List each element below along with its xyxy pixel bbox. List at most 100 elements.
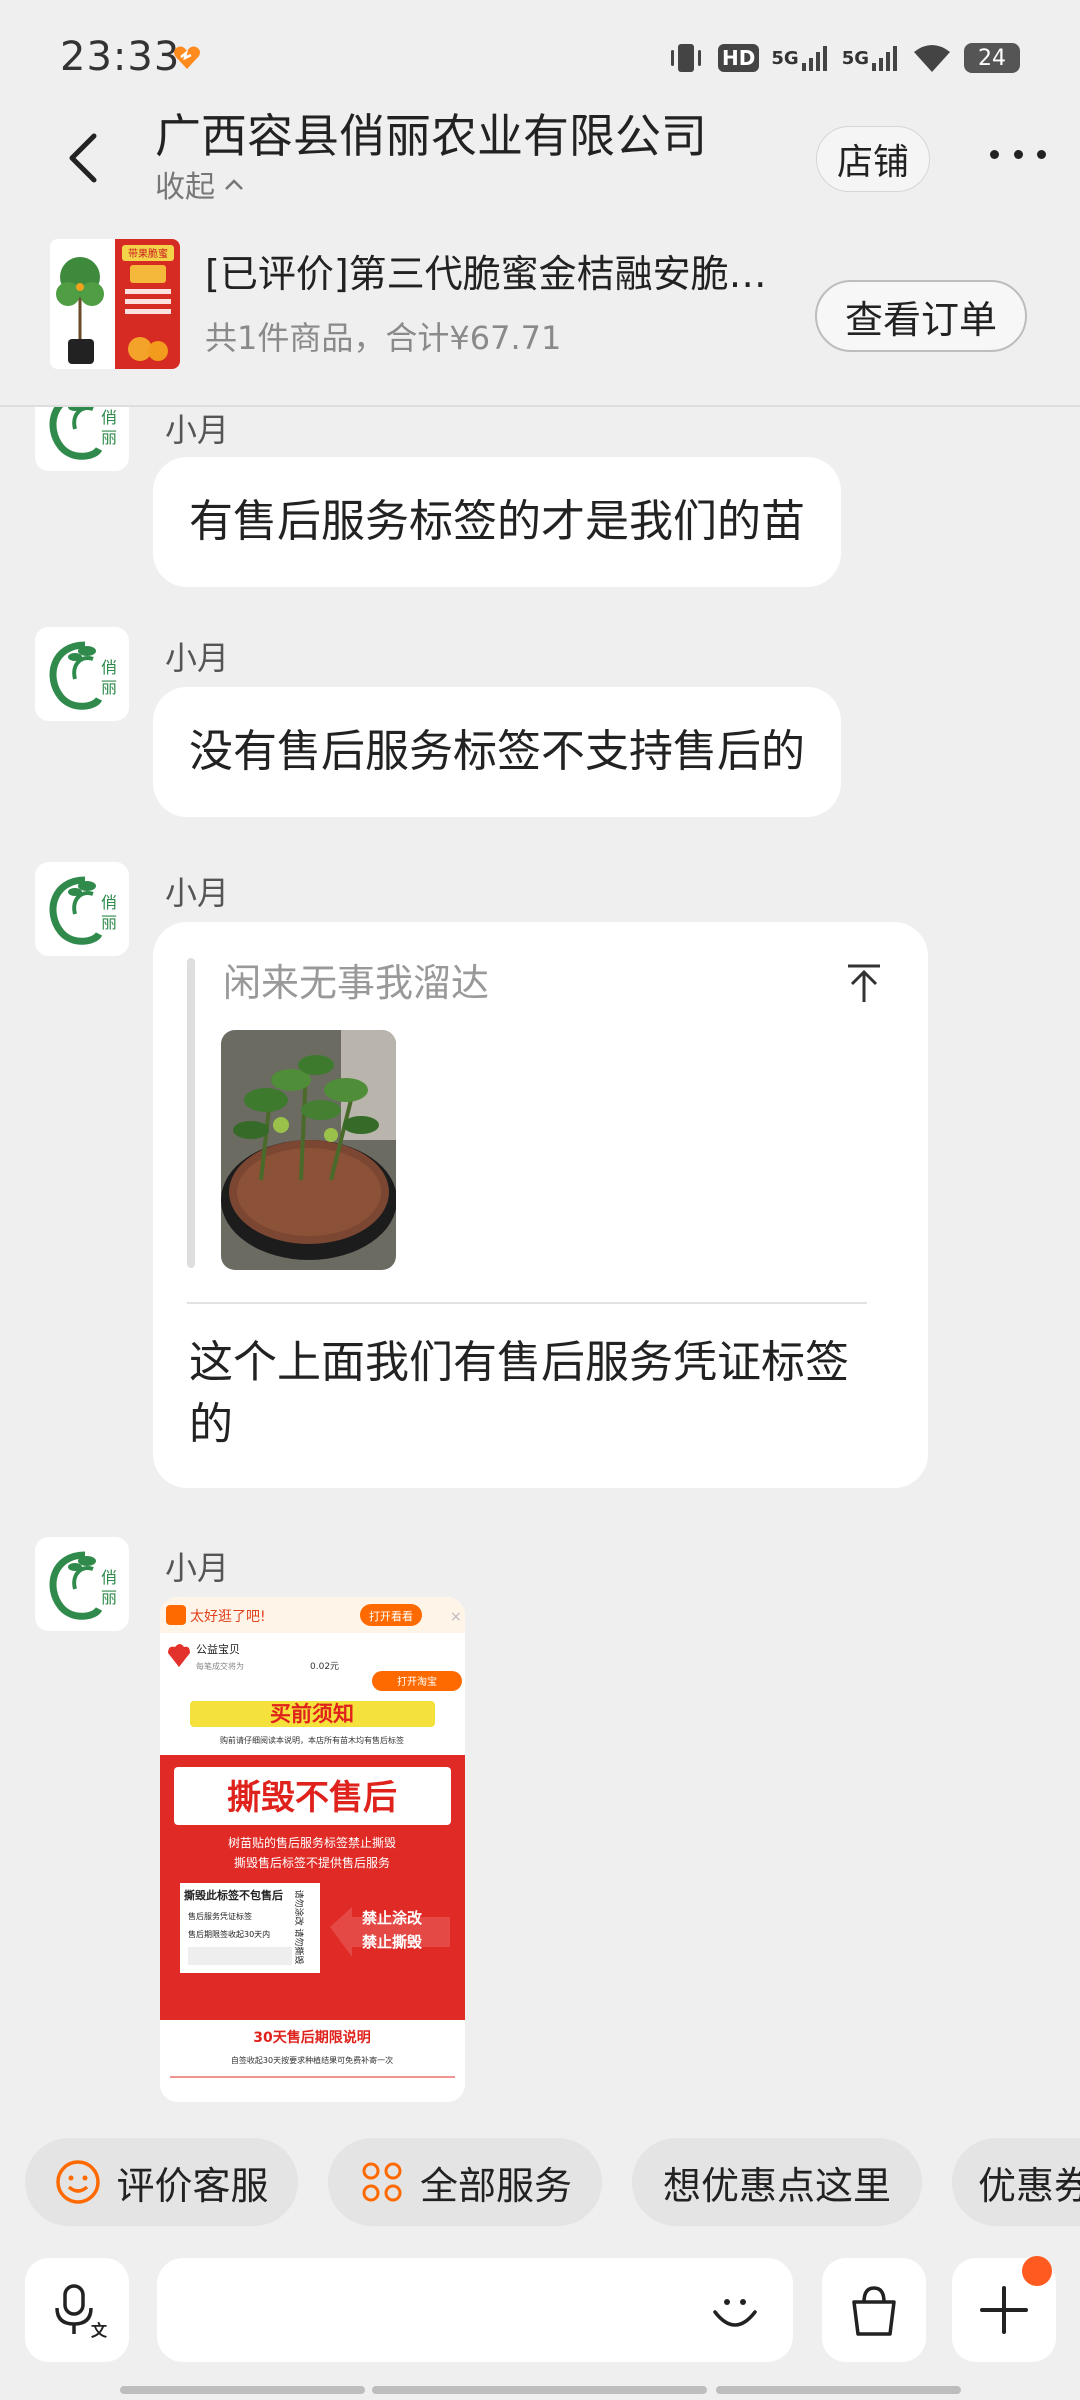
microphone-icon: 文: [55, 2284, 107, 2340]
status-time: 23:33: [60, 34, 181, 80]
poster-charity-title: 公益宝贝: [196, 1642, 240, 1656]
chip-label: 全部服务: [419, 2163, 572, 2208]
sender-name: 小月: [165, 411, 230, 449]
shopping-bag-icon: [852, 2286, 896, 2336]
chip-all-services[interactable]: 全部服务: [328, 2138, 602, 2226]
quick-action-chips: 评价客服 全部服务 想优惠点这里 优惠券: [0, 2138, 1080, 2234]
agent-avatar[interactable]: 俏丽: [35, 1537, 129, 1631]
poster-line2: 撕毁售后标签不提供售后服务: [234, 1855, 390, 1870]
order-product-title: [已评价]第三代脆蜜金桔融安脆…: [205, 252, 767, 296]
home-indicator: [120, 2386, 365, 2394]
collapse-label: 收起: [155, 170, 215, 205]
voice-input-button[interactable]: 文: [25, 2258, 129, 2362]
input-bar: 文: [0, 2258, 1080, 2368]
message-input-box[interactable]: [157, 2258, 793, 2362]
svg-text:丽: 丽: [101, 428, 117, 447]
poster-line1: 树苗贴的售后服务标签禁止撕毁: [228, 1835, 396, 1850]
quote-bar: [187, 958, 195, 1268]
quote-message-bubble[interactable]: 闲来无事我溜达 这个上面我们有售后服务凭证标签的: [153, 922, 928, 1488]
quote-author: 闲来无事我溜达: [223, 961, 490, 1005]
poster-banner-button: 打开看看: [369, 1609, 413, 1623]
plus-icon: [980, 2286, 1028, 2334]
svg-text:丽: 丽: [101, 678, 117, 697]
notification-dot: [1022, 2256, 1052, 2286]
signal-5g-icon-2: 5G: [842, 41, 900, 75]
chip-coupons[interactable]: 优惠券: [952, 2138, 1080, 2226]
chip-rate-service[interactable]: 评价客服: [25, 2138, 298, 2226]
order-summary-bar[interactable]: 带果脆蜜 [已评价]第三代脆蜜金桔融安脆… 共1件商品，合计¥67.71 查看订…: [0, 225, 1080, 370]
emoji-icon[interactable]: [707, 2282, 763, 2338]
poster-open-taobao: 打开淘宝: [397, 1675, 437, 1688]
view-order-button[interactable]: 查看订单: [815, 280, 1027, 352]
home-indicator: [372, 2386, 707, 2394]
home-indicator: [716, 2386, 961, 2394]
collapse-toggle[interactable]: 收起: [155, 162, 245, 206]
message-text: 这个上面我们有售后服务凭证标签的: [189, 1337, 849, 1450]
svg-text:丽: 丽: [101, 1588, 117, 1607]
chip-label: 想优惠点这里: [662, 2163, 891, 2208]
message-input[interactable]: [187, 2280, 667, 2340]
signal-5g-icon: 5G: [771, 41, 829, 75]
hd-icon: HD: [718, 41, 760, 75]
svg-text:×: ×: [450, 1609, 462, 1625]
quote-divider: [187, 1302, 867, 1304]
product-thumbnail[interactable]: 带果脆蜜: [50, 239, 180, 369]
poster-charity-amount: 0.02元: [310, 1662, 339, 1672]
order-summary-text: 共1件商品，合计¥67.71: [205, 319, 562, 357]
poster-arrow2: 禁止撕毁: [362, 1933, 423, 1951]
poster-banner-text: 太好逛了吧!: [190, 1609, 266, 1625]
battery-icon: 24: [964, 43, 1020, 73]
chip-discount[interactable]: 想优惠点这里: [632, 2138, 922, 2226]
jump-to-top-icon[interactable]: [844, 962, 884, 1006]
message-text: 有售后服务标签的才是我们的苗: [189, 496, 805, 547]
chat-message: 俏丽 小月 太好逛了吧! 打开看看 × 公益宝贝 每笔成交将为 0.02元 打开…: [0, 1537, 1080, 2127]
poster-arrow1: 禁止涂改: [362, 1909, 423, 1927]
grid-icon: [362, 2162, 402, 2202]
chevron-up-icon: [225, 179, 243, 190]
store-button[interactable]: 店铺: [816, 126, 930, 192]
sender-name: 小月: [165, 639, 230, 677]
agent-avatar[interactable]: 俏丽: [35, 627, 129, 721]
message-bubble[interactable]: 有售后服务标签的才是我们的苗: [153, 457, 841, 587]
svg-text:文: 文: [91, 2321, 107, 2340]
sender-name: 小月: [165, 874, 230, 912]
svg-text:俏: 俏: [101, 658, 117, 677]
poster-tag-title: 撕毁此标签不包售后: [184, 1888, 283, 1902]
poster-big-title: 撕毁不售后: [227, 1778, 397, 1818]
chat-message: 俏丽 小月 没有售后服务标签不支持售后的: [0, 627, 1080, 827]
chat-message: 俏丽 小月 闲来无事我溜达 这个上面我们有售后服务凭证标签的: [0, 862, 1080, 1502]
agent-avatar[interactable]: 俏丽: [35, 407, 129, 471]
after-sales-notice-image[interactable]: 太好逛了吧! 打开看看 × 公益宝贝 每笔成交将为 0.02元 打开淘宝 买前须…: [160, 1597, 465, 2102]
poster-footer-text: 自签收起30天按要求种植结果可免费补寄一次: [231, 2055, 393, 2065]
svg-text:每笔成交将为: 每笔成交将为: [196, 1661, 244, 1671]
status-bar: 23:33 HD 5G 5G 24: [0, 0, 1080, 110]
poster-tag-line2: 售后期限签收起30天内: [188, 1929, 270, 1939]
more-icon[interactable]: [990, 150, 1046, 162]
svg-text:俏: 俏: [101, 893, 117, 912]
message-text: 没有售后服务标签不支持售后的: [189, 726, 805, 777]
sender-name: 小月: [165, 1549, 230, 1587]
thumb-tag: 带果脆蜜: [128, 247, 168, 260]
heart-badge-icon: [174, 46, 200, 69]
svg-text:俏: 俏: [101, 1568, 117, 1587]
poster-notice-title: 买前须知: [270, 1702, 354, 1726]
back-arrow-icon[interactable]: [58, 128, 108, 188]
poster-footer-title: 30天售后期限说明: [253, 2029, 370, 2046]
svg-text:俏: 俏: [101, 408, 117, 427]
svg-text:丽: 丽: [101, 913, 117, 932]
agent-avatar[interactable]: 俏丽: [35, 862, 129, 956]
chat-header: 广西容县俏丽农业有限公司 收起 店铺: [0, 100, 1080, 210]
poster-tag-line1: 售后服务凭证标签: [188, 1911, 252, 1921]
shopping-bag-button[interactable]: [822, 2258, 926, 2362]
chip-label: 优惠券: [978, 2163, 1080, 2208]
shop-title[interactable]: 广西容县俏丽农业有限公司: [155, 100, 707, 166]
smile-icon: [56, 2160, 101, 2204]
chat-message: 俏丽 小月 有售后服务标签的才是我们的苗: [0, 407, 1080, 597]
chat-list[interactable]: 俏丽 小月 有售后服务标签的才是我们的苗 俏丽 小月 没有售后服务标签不支持售后…: [0, 407, 1080, 2127]
poster-tag-side: 请勿涂改 请勿撕毁: [293, 1890, 305, 1965]
quoted-plant-photo[interactable]: [221, 1030, 396, 1270]
vibrate-icon: [671, 44, 702, 72]
status-icons: HD 5G 5G 24: [666, 38, 1020, 78]
message-bubble[interactable]: 没有售后服务标签不支持售后的: [153, 687, 841, 817]
poster-notice-sub: 购前请仔细阅读本说明，本店所有苗木均有售后标签: [220, 1735, 404, 1745]
